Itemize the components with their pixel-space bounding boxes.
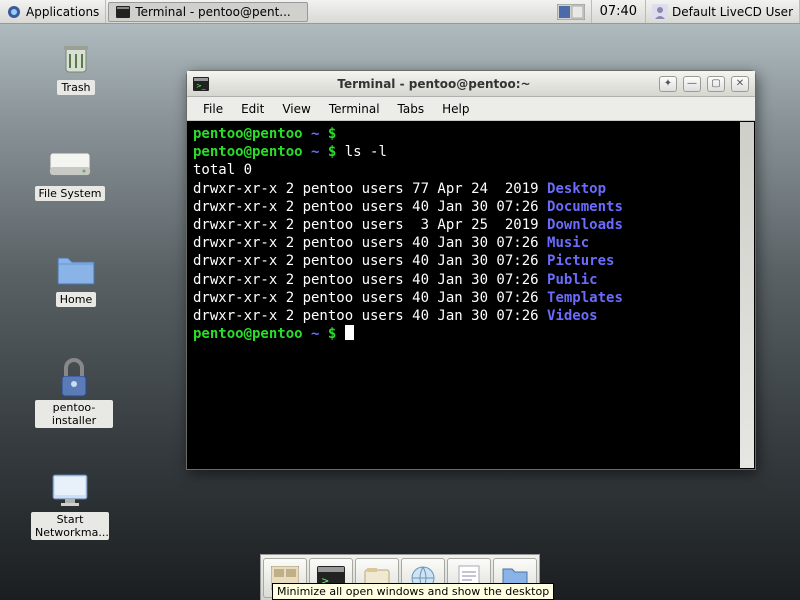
- menubar: File Edit View Terminal Tabs Help: [187, 97, 755, 121]
- home-folder-icon: [52, 250, 100, 290]
- stick-button[interactable]: ✦: [659, 76, 677, 92]
- titlebar[interactable]: >_ Terminal - pentoo@pentoo:~ ✦ — ▢ ✕: [187, 71, 755, 97]
- svg-text:>_: >_: [196, 82, 206, 90]
- clock[interactable]: 07:40: [592, 0, 646, 23]
- dock-tooltip: Minimize all open windows and show the d…: [272, 583, 554, 600]
- desktop-icon-home[interactable]: Home: [36, 250, 116, 307]
- menu-terminal[interactable]: Terminal: [321, 100, 388, 118]
- task-label: Terminal - pentoo@pent...: [135, 5, 290, 19]
- menu-file[interactable]: File: [195, 100, 231, 118]
- menu-help[interactable]: Help: [434, 100, 477, 118]
- menu-edit[interactable]: Edit: [233, 100, 272, 118]
- terminal-titlebar-icon: >_: [193, 76, 209, 92]
- close-button[interactable]: ✕: [731, 76, 749, 92]
- desktop-icon-networkmanager[interactable]: Start Networkma...: [30, 470, 110, 540]
- menu-view[interactable]: View: [274, 100, 318, 118]
- maximize-button[interactable]: ▢: [707, 76, 725, 92]
- minimize-button[interactable]: —: [683, 76, 701, 92]
- applications-menu[interactable]: Applications: [0, 0, 106, 23]
- terminal-window: >_ Terminal - pentoo@pentoo:~ ✦ — ▢ ✕ Fi…: [186, 70, 756, 470]
- terminal-content[interactable]: pentoo@pentoo ~ $ pentoo@pentoo ~ $ ls -…: [187, 121, 755, 469]
- desktop-icon-installer[interactable]: pentoo-installer: [34, 358, 114, 428]
- apps-icon: [6, 4, 22, 20]
- workspace-switcher[interactable]: [551, 0, 592, 23]
- lock-icon: [50, 358, 98, 398]
- desktop-icon-filesystem[interactable]: File System: [30, 144, 110, 201]
- monitor-icon: [46, 470, 94, 510]
- user-icon: [652, 4, 668, 20]
- taskbar-item-terminal[interactable]: Terminal - pentoo@pent...: [108, 2, 308, 22]
- window-title: Terminal - pentoo@pentoo:~: [215, 77, 653, 91]
- trash-icon: [52, 38, 100, 78]
- terminal-scrollbar[interactable]: [740, 122, 754, 468]
- installer-label: pentoo-installer: [35, 400, 113, 428]
- home-label: Home: [56, 292, 96, 307]
- terminal-small-icon: [115, 4, 131, 20]
- top-panel: Applications Terminal - pentoo@pent... 0…: [0, 0, 800, 24]
- user-menu[interactable]: Default LiveCD User: [646, 0, 800, 23]
- desktop-icon-trash[interactable]: Trash: [36, 38, 116, 95]
- networkmanager-label: Start Networkma...: [31, 512, 109, 540]
- drive-icon: [46, 144, 94, 184]
- menu-tabs[interactable]: Tabs: [390, 100, 433, 118]
- filesystem-label: File System: [35, 186, 106, 201]
- trash-label: Trash: [57, 80, 94, 95]
- applications-label: Applications: [26, 5, 99, 19]
- user-label: Default LiveCD User: [672, 5, 793, 19]
